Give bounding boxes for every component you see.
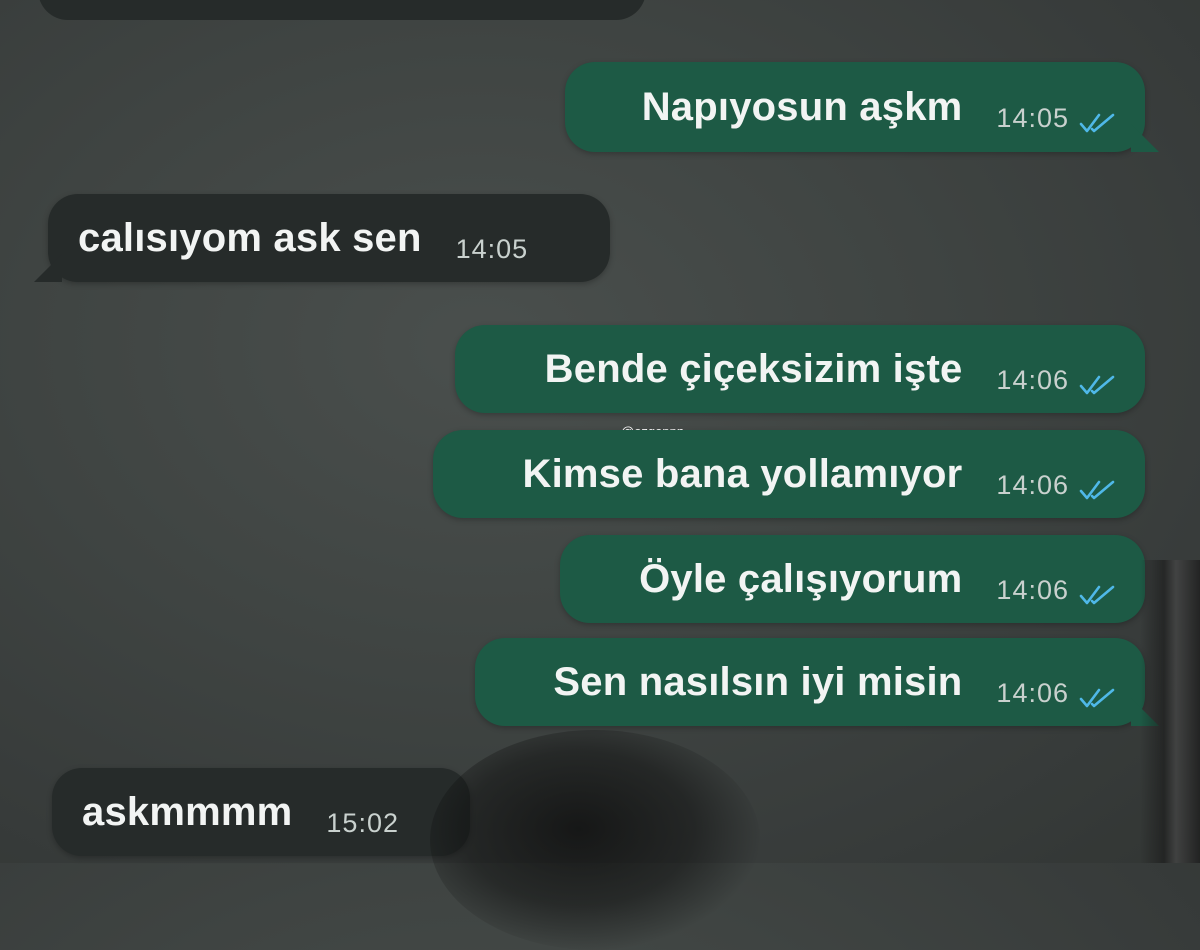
bubble-tail [34, 254, 62, 282]
message-time: 15:02 [326, 807, 399, 838]
message-meta: 14:06 [996, 365, 1115, 396]
double-check-icon [1079, 585, 1115, 604]
message-meta: 14:05 [996, 103, 1115, 134]
previous-message-bubble[interactable] [38, 0, 646, 20]
message-bubble-incoming[interactable]: askmmmm 15:02 [52, 768, 470, 856]
message-time: 14:06 [996, 677, 1069, 708]
screen-edge [1140, 560, 1200, 863]
double-check-icon [1079, 375, 1115, 394]
message-bubble-outgoing[interactable]: Bende çiçeksizim işte 14:06 [455, 325, 1145, 413]
double-check-icon [1079, 480, 1115, 499]
message-meta: 14:06 [996, 575, 1115, 606]
message-text: askmmmm [82, 789, 293, 834]
message-text: Napıyosun aşkm [641, 84, 963, 129]
message-text: calısıyom ask sen [78, 215, 422, 260]
message-time: 14:05 [455, 233, 529, 264]
message-bubble-outgoing[interactable]: Sen nasılsın iyi misin 14:06 [475, 638, 1159, 726]
message-meta: 14:06 [996, 678, 1115, 709]
message-time: 14:06 [996, 574, 1069, 605]
message-meta: 14:06 [996, 470, 1115, 501]
double-check-icon [1079, 688, 1115, 707]
message-text: Sen nasılsın iyi misin [553, 659, 963, 704]
message-bubble-outgoing[interactable]: Kimse bana yollamıyor 14:06 [433, 430, 1145, 518]
bubble-tail [1131, 124, 1159, 152]
message-bubble-outgoing[interactable]: Öyle çalışıyorum 14:06 [560, 535, 1145, 623]
message-text: Bende çiçeksizim işte [544, 346, 963, 391]
message-time: 14:05 [996, 102, 1069, 133]
message-bubble-outgoing[interactable]: Napıyosun aşkm 14:05 [565, 62, 1159, 152]
message-meta: 15:02 [326, 808, 399, 839]
message-bubble-incoming[interactable]: calısıyom ask sen 14:05 [34, 194, 610, 282]
double-check-icon [1079, 113, 1115, 132]
message-text: Kimse bana yollamıyor [522, 451, 963, 496]
message-text: Öyle çalışıyorum [639, 556, 963, 601]
photo-shadow [430, 730, 760, 950]
chat-area: Napıyosun aşkm 14:05 calısıyom ask sen 1… [0, 0, 1200, 950]
message-time: 14:06 [996, 469, 1069, 500]
message-meta: 14:05 [456, 234, 529, 265]
message-time: 14:06 [996, 364, 1069, 395]
